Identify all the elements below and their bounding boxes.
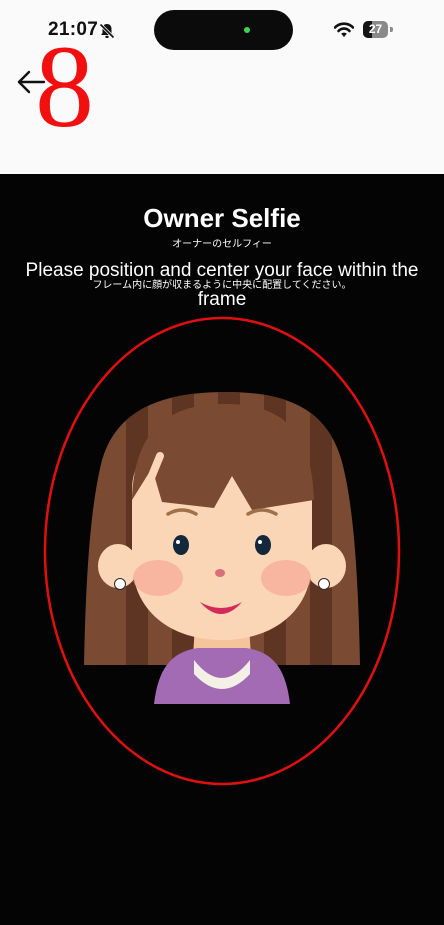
face-frame: [43, 316, 401, 786]
page-title: Owner Selfie: [143, 203, 301, 233]
page-title-translation: オーナーのセルフィー: [172, 239, 272, 250]
bell-slash-icon: [99, 23, 115, 39]
instruction-translation: フレーム内に顔が収まるように中央に配置してください。: [92, 280, 352, 291]
battery-icon: 27: [363, 21, 393, 38]
step-number: 8: [35, 21, 94, 152]
face-illustration: [84, 392, 360, 704]
battery-level: 27: [368, 22, 383, 36]
camera-indicator: [244, 27, 250, 33]
wifi-icon: [334, 22, 354, 37]
dynamic-island: [154, 10, 293, 50]
